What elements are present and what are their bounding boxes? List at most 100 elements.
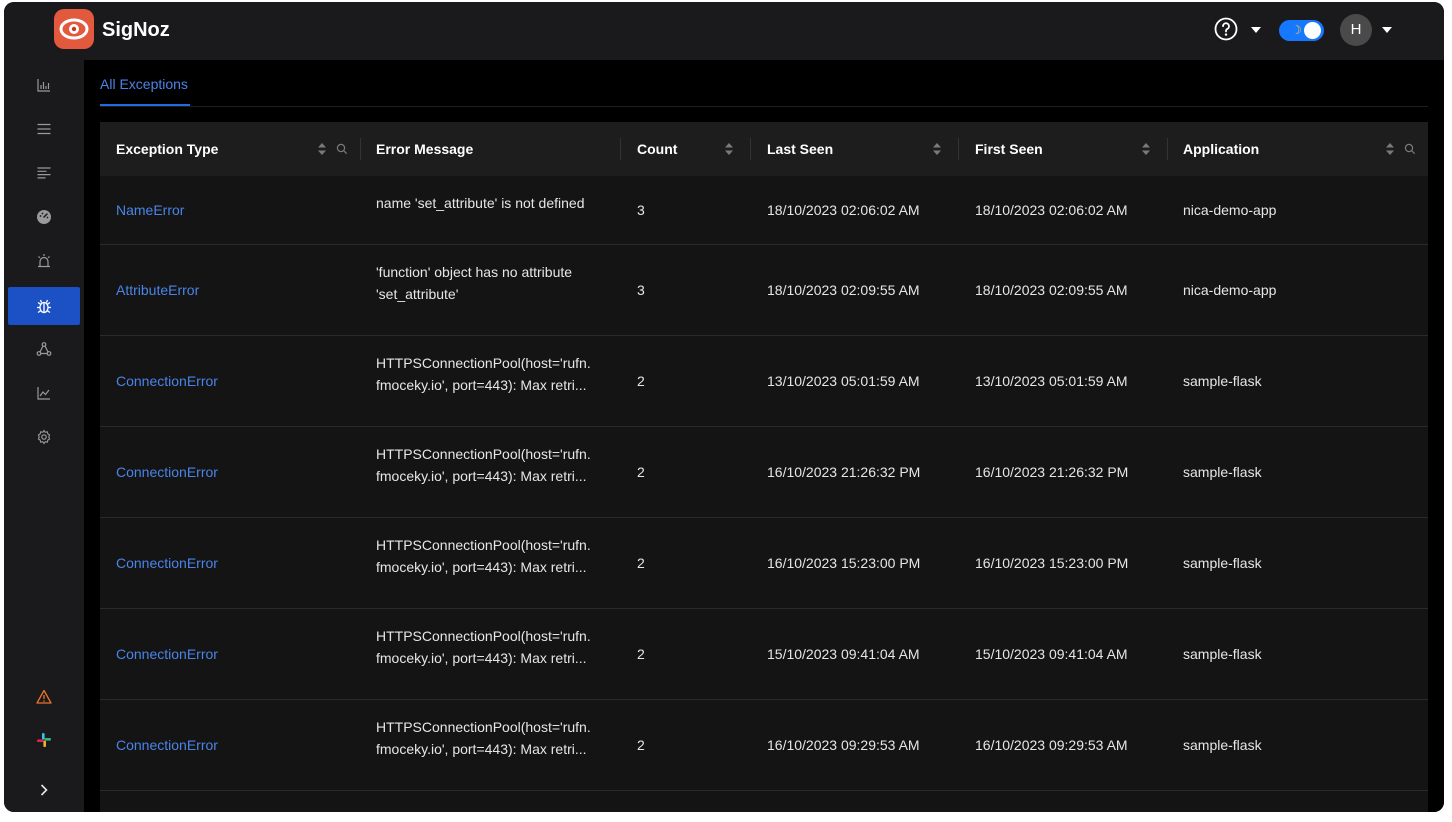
help-icon[interactable] — [1214, 17, 1238, 41]
column-header-error-message[interactable]: Error Message — [376, 122, 473, 176]
last-seen-value: 18/10/2023 02:09:55 AM — [767, 282, 920, 298]
tab-divider — [100, 106, 1428, 107]
avatar[interactable]: H — [1340, 14, 1372, 46]
help-dropdown-chevron-icon[interactable] — [1251, 27, 1261, 33]
alarm-icon — [38, 254, 50, 268]
table-row[interactable]: ConnectionError HTTPSConnectionPool(host… — [100, 518, 1428, 609]
application-value: sample-flask — [1183, 464, 1262, 480]
column-header-count[interactable]: Count — [637, 122, 677, 176]
application-value: sample-flask — [1183, 737, 1262, 753]
count-value: 2 — [637, 555, 645, 571]
top-header: SigNoz ☽ H — [4, 2, 1444, 60]
column-header-first-seen[interactable]: First Seen — [975, 122, 1043, 176]
count-value: 2 — [637, 464, 645, 480]
application-value: nica-demo-app — [1183, 202, 1277, 218]
first-seen-value: 18/10/2023 02:09:55 AM — [975, 282, 1128, 298]
error-message-line: HTTPSConnectionPool(host='rufn. — [376, 446, 591, 462]
count-value: 3 — [637, 202, 645, 218]
error-message: HTTPSConnectionPool(host='rufn. fmoceky.… — [376, 352, 608, 396]
last-seen-value: 16/10/2023 15:23:00 PM — [767, 555, 921, 571]
exception-type-link[interactable]: NameError — [116, 202, 184, 218]
sort-icon[interactable] — [724, 141, 734, 157]
exception-type-link[interactable]: ConnectionError — [116, 555, 218, 571]
logs-icon — [37, 167, 51, 179]
bar-chart-icon — [37, 79, 50, 92]
sidebar-item-usage[interactable] — [8, 374, 80, 412]
column-separator — [620, 138, 621, 160]
table-row[interactable]: ConnectionError HTTPSConnectionPool(host… — [100, 336, 1428, 427]
table-header: Exception Type Error Message Count Last … — [100, 122, 1428, 176]
first-seen-value: 13/10/2023 05:01:59 AM — [975, 373, 1128, 389]
error-message: 'function' object has no attribute 'set_… — [376, 261, 608, 305]
tab-all-exceptions[interactable]: All Exceptions — [100, 76, 188, 92]
sidebar-item-traces[interactable] — [8, 110, 80, 148]
sort-icon[interactable] — [317, 141, 327, 157]
sidebar-item-alerts[interactable] — [8, 242, 80, 280]
user-dropdown-chevron-icon[interactable] — [1382, 27, 1392, 33]
exception-type-link[interactable]: ConnectionError — [116, 464, 218, 480]
table-row[interactable]: NameError name 'set_attribute' is not de… — [100, 176, 1428, 245]
sidebar-item-exceptions[interactable] — [8, 287, 80, 325]
sidebar-item-logs[interactable] — [8, 154, 80, 192]
application-value: sample-flask — [1183, 373, 1262, 389]
sidebar — [4, 60, 84, 812]
search-icon[interactable] — [336, 143, 348, 155]
exception-type-link[interactable]: AttributeError — [116, 282, 199, 298]
count-value: 2 — [637, 737, 645, 753]
exception-type-link[interactable]: ConnectionError — [116, 646, 218, 662]
moon-icon: ☽ — [1291, 23, 1302, 37]
sidebar-item-service-map[interactable] — [8, 330, 80, 368]
eye-icon — [59, 18, 89, 40]
error-message-line: HTTPSConnectionPool(host='rufn. — [376, 355, 591, 371]
error-message: name 'set_attribute' is not defined — [376, 192, 608, 214]
main-content: All Exceptions Exception Type Error Mess… — [84, 60, 1444, 812]
error-message: HTTPSConnectionPool(host='rufn. fmoceky.… — [376, 716, 608, 760]
count-value: 2 — [637, 373, 645, 389]
error-message-line: fmoceky.io', port=443): Max retri... — [376, 741, 587, 757]
table-row[interactable]: ConnectionError HTTPSConnectionPool(host… — [100, 427, 1428, 518]
first-seen-value: 15/10/2023 09:41:04 AM — [975, 646, 1128, 662]
table-row[interactable]: AttributeError 'function' object has no … — [100, 245, 1428, 336]
error-message-line: 'function' object has no attribute — [376, 264, 573, 280]
error-message-line: fmoceky.io', port=443): Max retri... — [376, 468, 587, 484]
error-message-line: fmoceky.io', port=443): Max retri... — [376, 559, 587, 575]
toggle-knob — [1304, 22, 1321, 39]
sort-icon[interactable] — [1385, 141, 1395, 157]
table-row[interactable]: ConnectionError HTTPSConnectionPool(host… — [100, 609, 1428, 700]
brand-name: SigNoz — [102, 19, 170, 41]
error-message-line: 'set_attribute' — [376, 286, 459, 302]
search-icon[interactable] — [1404, 143, 1416, 155]
sidebar-item-slack[interactable] — [8, 721, 80, 759]
warning-icon — [36, 689, 52, 704]
error-message: HTTPSConnectionPool(host='rufn. fmoceky.… — [376, 625, 608, 669]
signoz-logo[interactable] — [54, 9, 94, 49]
application-value: nica-demo-app — [1183, 282, 1277, 298]
sort-icon[interactable] — [932, 141, 942, 157]
slack-icon — [37, 733, 51, 747]
last-seen-value: 16/10/2023 09:29:53 AM — [767, 737, 920, 753]
last-seen-value: 13/10/2023 05:01:59 AM — [767, 373, 920, 389]
table-row[interactable]: ConnectionError HTTPSConnectionPool(host… — [100, 700, 1428, 791]
count-value: 3 — [637, 282, 645, 298]
error-message-line: HTTPSConnectionPool(host='rufn. — [376, 719, 591, 735]
sort-icon[interactable] — [1141, 141, 1151, 157]
error-message: HTTPSConnectionPool(host='rufn. fmoceky.… — [376, 443, 608, 487]
app-window: SigNoz ☽ H All Exceptions Exception Type… — [4, 2, 1444, 812]
theme-toggle[interactable]: ☽ — [1279, 20, 1324, 41]
column-header-last-seen[interactable]: Last Seen — [767, 122, 833, 176]
exception-type-link[interactable]: ConnectionError — [116, 373, 218, 389]
sidebar-item-warning[interactable] — [8, 678, 80, 716]
column-header-exception-type[interactable]: Exception Type — [116, 122, 218, 176]
sidebar-item-dashboards[interactable] — [8, 198, 80, 236]
error-message-line: HTTPSConnectionPool(host='rufn. — [376, 628, 591, 644]
sidebar-item-settings[interactable] — [8, 418, 80, 456]
error-message-line: name 'set_attribute' is not defined — [376, 195, 585, 211]
error-message-line: fmoceky.io', port=443): Max retri... — [376, 650, 587, 666]
first-seen-value: 16/10/2023 09:29:53 AM — [975, 737, 1128, 753]
sidebar-expand-button[interactable] — [8, 771, 80, 809]
column-header-application[interactable]: Application — [1183, 122, 1259, 176]
exception-type-link[interactable]: ConnectionError — [116, 737, 218, 753]
error-message-line: fmoceky.io', port=443): Max retri... — [376, 377, 587, 393]
bug-icon — [37, 299, 51, 314]
sidebar-item-metrics[interactable] — [8, 66, 80, 104]
